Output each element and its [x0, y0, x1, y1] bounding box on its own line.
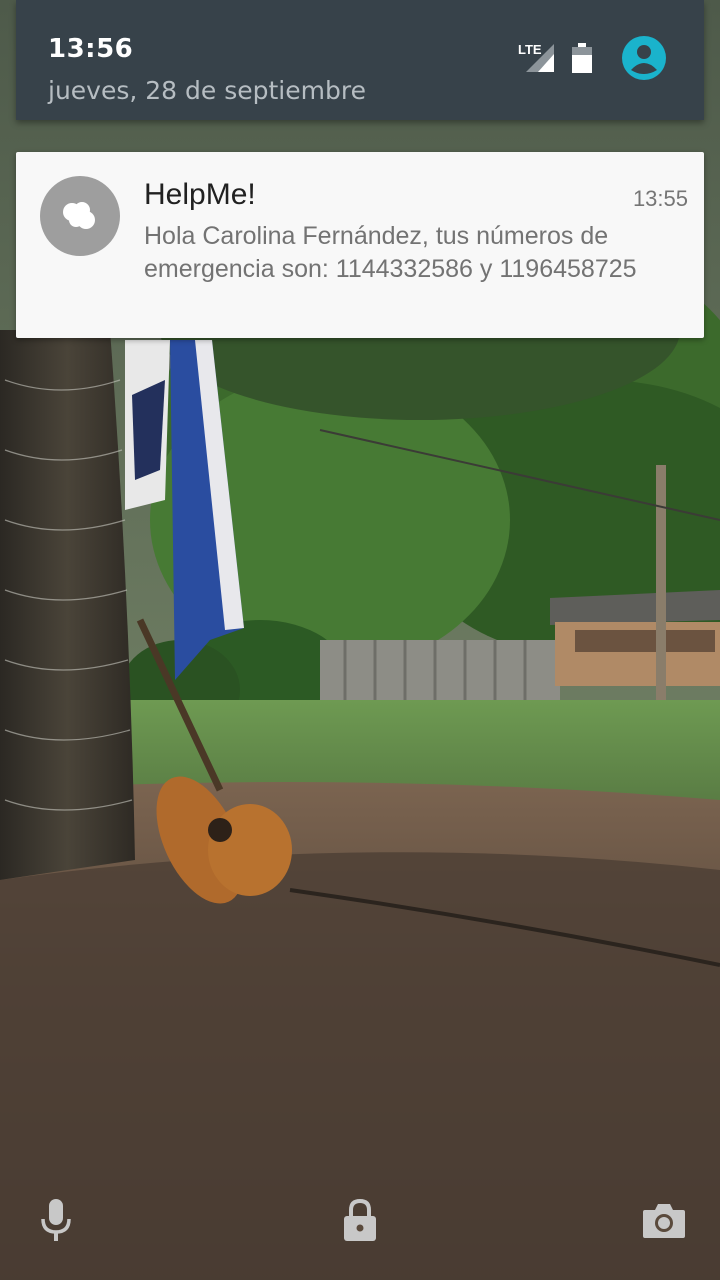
camera-icon	[643, 1202, 685, 1242]
status-header[interactable]: 13:56 jueves, 28 de septiembre LTE	[16, 0, 704, 120]
lock-icon	[343, 1198, 377, 1245]
lte-signal-icon: LTE	[518, 42, 554, 78]
notification-time: 13:55	[632, 186, 688, 211]
notification-card[interactable]: HelpMe! 13:55 Hola Carolina Fernández, t…	[16, 152, 704, 338]
voice-assist-button[interactable]	[32, 1198, 80, 1246]
network-type-label: LTE	[518, 42, 542, 57]
date-label: jueves, 28 de septiembre	[48, 76, 366, 105]
user-avatar-icon[interactable]	[622, 36, 666, 84]
app-logo-icon	[40, 176, 120, 256]
camera-button[interactable]	[640, 1198, 688, 1246]
clock: 13:56	[48, 34, 134, 64]
status-icons: LTE	[518, 36, 666, 84]
notification-message: Hola Carolina Fernández, tus números de …	[144, 222, 637, 283]
unlock-button[interactable]	[336, 1198, 384, 1246]
microphone-icon	[40, 1199, 72, 1245]
notification-app-name: HelpMe!	[144, 178, 256, 211]
battery-icon	[572, 43, 592, 77]
